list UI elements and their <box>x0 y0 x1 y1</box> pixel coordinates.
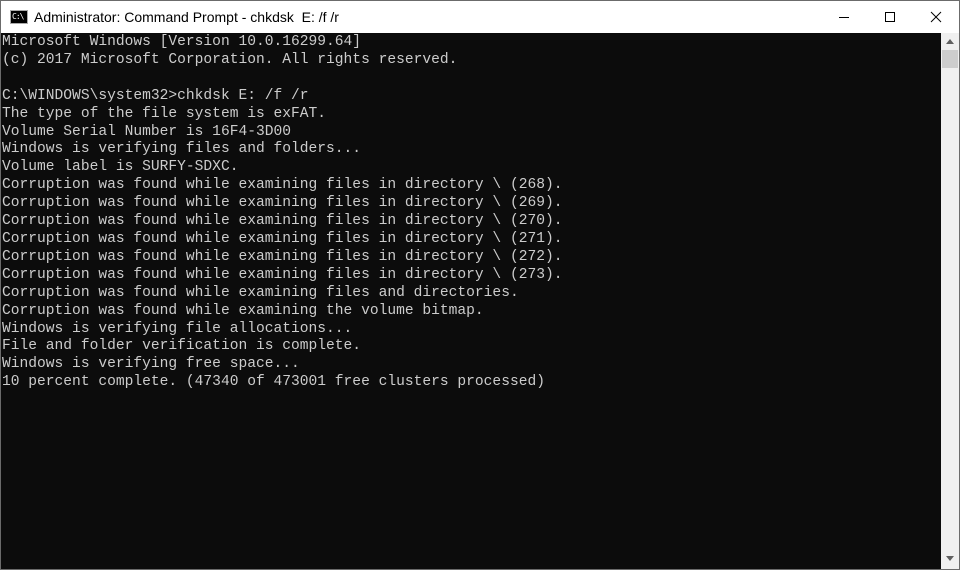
maximize-button[interactable] <box>867 1 913 33</box>
vertical-scrollbar[interactable] <box>941 33 959 569</box>
console-line: Corruption was found while examining the… <box>2 302 484 319</box>
minimize-icon <box>839 17 849 18</box>
console-line: Volume Serial Number is 16F4-3D00 <box>2 123 292 140</box>
arrow-up-icon <box>946 39 954 44</box>
console-output-area[interactable]: Microsoft Windows [Version 10.0.16299.64… <box>1 33 941 569</box>
scroll-down-button[interactable] <box>941 550 959 567</box>
close-button[interactable] <box>913 1 959 33</box>
minimize-button[interactable] <box>821 1 867 33</box>
command-prompt-window: C:\ Administrator: Command Prompt - chkd… <box>0 0 960 570</box>
close-icon <box>930 11 942 23</box>
window-title: Administrator: Command Prompt - chkdsk E… <box>34 9 339 25</box>
cmd-icon-glyph: C:\ <box>12 12 24 21</box>
cmd-icon[interactable]: C:\ <box>10 10 28 24</box>
console-line: Microsoft Windows [Version 10.0.16299.64… <box>2 34 362 50</box>
console-text: Microsoft Windows [Version 10.0.16299.64… <box>1 33 941 392</box>
console-line: Windows is verifying file allocations... <box>2 320 353 337</box>
maximize-icon <box>885 12 895 22</box>
console-line: Corruption was found while examining fil… <box>2 195 563 212</box>
title-bar[interactable]: C:\ Administrator: Command Prompt - chkd… <box>1 1 959 33</box>
console-line: Corruption was found while examining fil… <box>2 230 563 247</box>
console-line: Windows is verifying files and folders..… <box>2 141 362 158</box>
console-line: Volume label is SURFY-SDXC. <box>2 159 239 176</box>
arrow-down-icon <box>946 556 954 561</box>
scrollbar-track[interactable] <box>941 68 959 550</box>
console-line: File and folder verification is complete… <box>2 338 362 355</box>
console-line: Corruption was found while examining fil… <box>2 266 563 283</box>
console-line: 10 percent complete. (47340 of 473001 fr… <box>2 374 545 391</box>
console-line: Windows is verifying free space... <box>2 356 300 373</box>
console-line: Corruption was found while examining fil… <box>2 284 519 301</box>
console-line: Corruption was found while examining fil… <box>2 213 563 230</box>
console-line: Corruption was found while examining fil… <box>2 248 563 265</box>
scroll-up-button[interactable] <box>941 33 959 50</box>
console-line: Corruption was found while examining fil… <box>2 177 563 194</box>
scrollbar-thumb[interactable] <box>942 50 958 68</box>
window-controls <box>821 1 959 33</box>
console-line: C:\WINDOWS\system32>chkdsk E: /f /r <box>2 87 309 104</box>
console-line: The type of the file system is exFAT. <box>2 105 327 122</box>
console-line: (c) 2017 Microsoft Corporation. All righ… <box>2 51 458 68</box>
